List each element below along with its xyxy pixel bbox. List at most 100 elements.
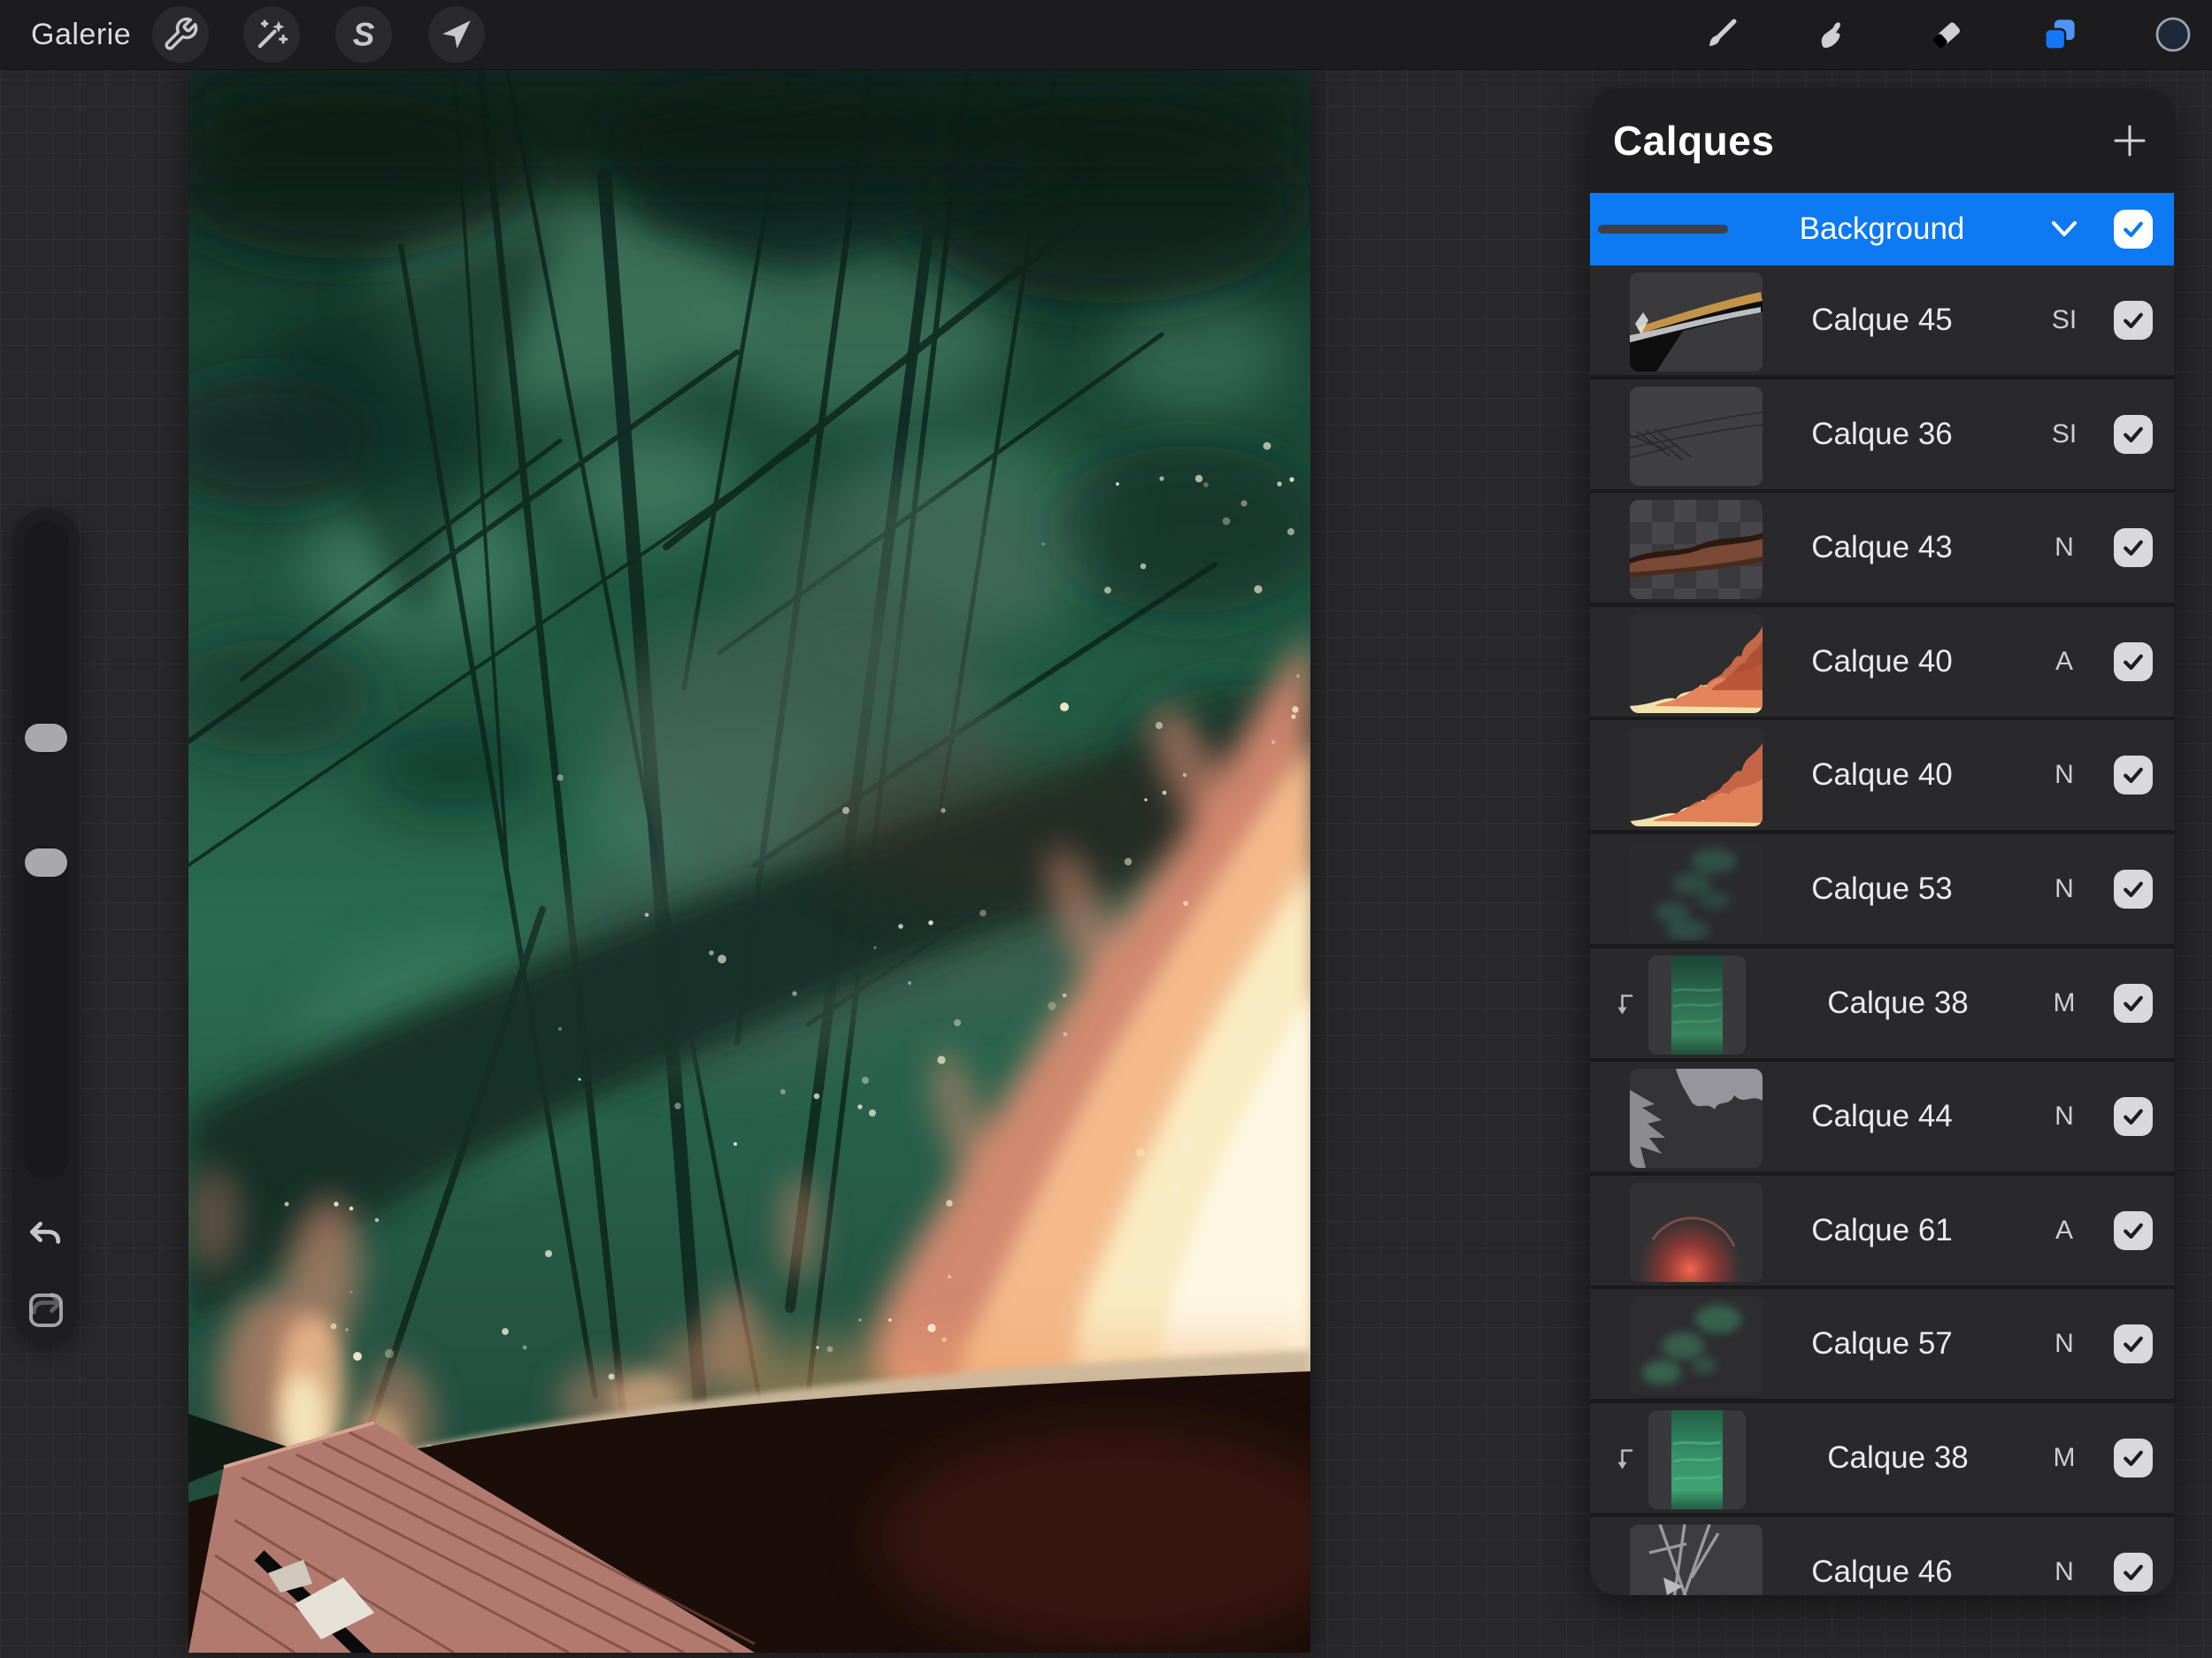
layer-thumbnail[interactable] xyxy=(1630,841,1763,940)
blend-mode-button[interactable]: N xyxy=(2038,493,2091,603)
transform-arrow-icon xyxy=(438,16,475,53)
layer-visibility-checkbox[interactable] xyxy=(2114,1097,2153,1136)
layer-thumbnail[interactable] xyxy=(1630,614,1763,713)
layer-visibility-checkbox[interactable] xyxy=(2114,984,2153,1023)
brush-size-slider[interactable] xyxy=(23,521,69,755)
blend-mode-button[interactable]: N xyxy=(2038,1062,2091,1171)
layers-panel: Calques Background Calque 45 SI Calque 36 S… xyxy=(1590,88,2174,1595)
checkmark-icon xyxy=(2120,421,2147,448)
layer-row[interactable]: Calque 38M xyxy=(1590,1403,2174,1517)
layer-name[interactable]: Calque 57 xyxy=(1767,1289,1997,1399)
blend-mode-button[interactable]: N xyxy=(2038,1289,2091,1399)
procreate-workspace: Galerie S xyxy=(0,0,2212,1658)
color-button[interactable] xyxy=(2145,6,2201,63)
layer-name[interactable]: Calque 44 xyxy=(1767,1062,1997,1171)
layer-name[interactable]: Calque 40 xyxy=(1767,720,1997,830)
layer-name[interactable]: Calque 36 xyxy=(1767,380,1997,489)
layer-row[interactable]: Calque 38M xyxy=(1590,948,2174,1063)
blend-mode-button[interactable]: SI xyxy=(2038,265,2091,375)
blend-mode-button[interactable]: N xyxy=(2038,1517,2091,1595)
layer-row[interactable]: Calque 46 N xyxy=(1590,1517,2174,1595)
blend-mode-button[interactable]: A xyxy=(2038,1176,2091,1286)
layers-panel-title: Calques xyxy=(1613,88,1774,193)
brush-button[interactable] xyxy=(1693,6,1749,63)
add-layer-button[interactable] xyxy=(2110,121,2149,160)
layer-row[interactable]: Calque 45 SI xyxy=(1590,265,2174,380)
layer-visibility-checkbox[interactable] xyxy=(2114,1439,2153,1478)
layer-name[interactable]: Calque 53 xyxy=(1767,834,1997,944)
svg-text:S: S xyxy=(353,16,375,52)
clipping-mask-arrow-icon xyxy=(1615,1447,1634,1472)
adjustments-button[interactable] xyxy=(243,6,300,63)
brush-size-handle[interactable] xyxy=(25,724,67,752)
opacity-slider[interactable] xyxy=(23,845,69,1179)
layer-visibility-checkbox[interactable] xyxy=(2114,1553,2153,1592)
layer-visibility-checkbox[interactable] xyxy=(2114,642,2153,681)
layer-row[interactable]: Calque 61 A xyxy=(1590,1176,2174,1290)
brush-icon xyxy=(1702,16,1740,53)
clipping-mask-arrow-icon xyxy=(1615,993,1634,1017)
layer-thumbnail[interactable] xyxy=(1630,1069,1763,1168)
layer-visibility-checkbox[interactable] xyxy=(2114,415,2153,454)
checkmark-icon xyxy=(2120,649,2147,675)
eraser-button[interactable] xyxy=(1917,6,1974,63)
layers-button[interactable] xyxy=(2032,6,2088,63)
blend-mode-button[interactable]: A xyxy=(2038,607,2091,717)
canvas[interactable] xyxy=(188,69,1310,1653)
layer-visibility-checkbox[interactable] xyxy=(2114,1211,2153,1250)
actions-button[interactable] xyxy=(152,6,209,63)
layer-row[interactable]: Calque 36 SI xyxy=(1590,380,2174,494)
layer-name[interactable]: Calque 45 xyxy=(1767,265,1997,375)
opacity-handle[interactable] xyxy=(25,848,67,877)
transform-button[interactable] xyxy=(428,6,485,63)
layer-name[interactable]: Calque 61 xyxy=(1767,1176,1997,1286)
background-layer-row[interactable]: Background xyxy=(1590,193,2174,269)
chevron-down-icon[interactable] xyxy=(2041,218,2087,241)
layer-thumbnail[interactable] xyxy=(1630,1524,1763,1595)
blend-mode-button[interactable]: SI xyxy=(2038,380,2091,489)
layer-name[interactable]: Calque 40 xyxy=(1767,607,1997,717)
smudge-finger-icon xyxy=(1813,16,1850,53)
checkmark-icon xyxy=(2120,1445,2147,1471)
checkmark-icon xyxy=(2120,990,2147,1017)
layer-thumbnail[interactable] xyxy=(1630,727,1763,826)
layer-name[interactable]: Calque 43 xyxy=(1767,493,1997,603)
selection-button[interactable]: S xyxy=(335,6,392,63)
layer-visibility-checkbox[interactable] xyxy=(2114,528,2153,567)
layer-thumbnail[interactable] xyxy=(1630,1296,1763,1395)
background-visibility-checkbox[interactable] xyxy=(2114,210,2153,249)
layer-thumbnail[interactable] xyxy=(1630,1183,1763,1282)
checkmark-icon xyxy=(2120,876,2147,902)
smudge-button[interactable] xyxy=(1803,6,1860,63)
blend-mode-button[interactable]: M xyxy=(2038,1403,2091,1513)
layer-name[interactable]: Calque 46 xyxy=(1767,1517,1997,1595)
sidebar xyxy=(12,509,80,1345)
layer-row[interactable]: Calque 40 N xyxy=(1590,720,2174,834)
blend-mode-button[interactable]: N xyxy=(2038,834,2091,944)
layer-thumbnail[interactable] xyxy=(1630,500,1763,599)
layer-thumbnail[interactable] xyxy=(1630,387,1763,486)
layer-thumbnail[interactable] xyxy=(1630,272,1763,372)
layer-row[interactable]: Calque 57 N xyxy=(1590,1289,2174,1403)
layer-name[interactable]: Calque 38 xyxy=(1783,1403,2013,1513)
layer-name[interactable]: Calque 38 xyxy=(1783,948,2013,1058)
layer-visibility-checkbox[interactable] xyxy=(2114,301,2153,340)
blend-mode-button[interactable]: N xyxy=(2038,720,2091,830)
checkmark-icon xyxy=(2120,1559,2147,1585)
eraser-icon xyxy=(1927,16,1964,53)
layer-row[interactable]: Calque 44 N xyxy=(1590,1062,2174,1176)
gallery-button[interactable]: Galerie xyxy=(31,0,131,69)
layer-row[interactable]: Calque 43 N xyxy=(1590,493,2174,607)
layer-row[interactable]: Calque 53 N xyxy=(1590,834,2174,948)
layer-thumbnail[interactable] xyxy=(1648,1410,1746,1509)
undo-button[interactable] xyxy=(27,1217,65,1255)
redo-button[interactable] xyxy=(27,1287,65,1326)
layer-visibility-checkbox[interactable] xyxy=(2114,870,2153,909)
blend-mode-button[interactable]: M xyxy=(2038,948,2091,1058)
checkmark-icon xyxy=(2120,1217,2147,1244)
layer-thumbnail[interactable] xyxy=(1648,956,1746,1055)
layer-row[interactable]: Calque 40 A xyxy=(1590,607,2174,721)
layer-visibility-checkbox[interactable] xyxy=(2114,1324,2153,1363)
layer-visibility-checkbox[interactable] xyxy=(2114,756,2153,794)
color-swatch-icon xyxy=(2154,16,2192,53)
